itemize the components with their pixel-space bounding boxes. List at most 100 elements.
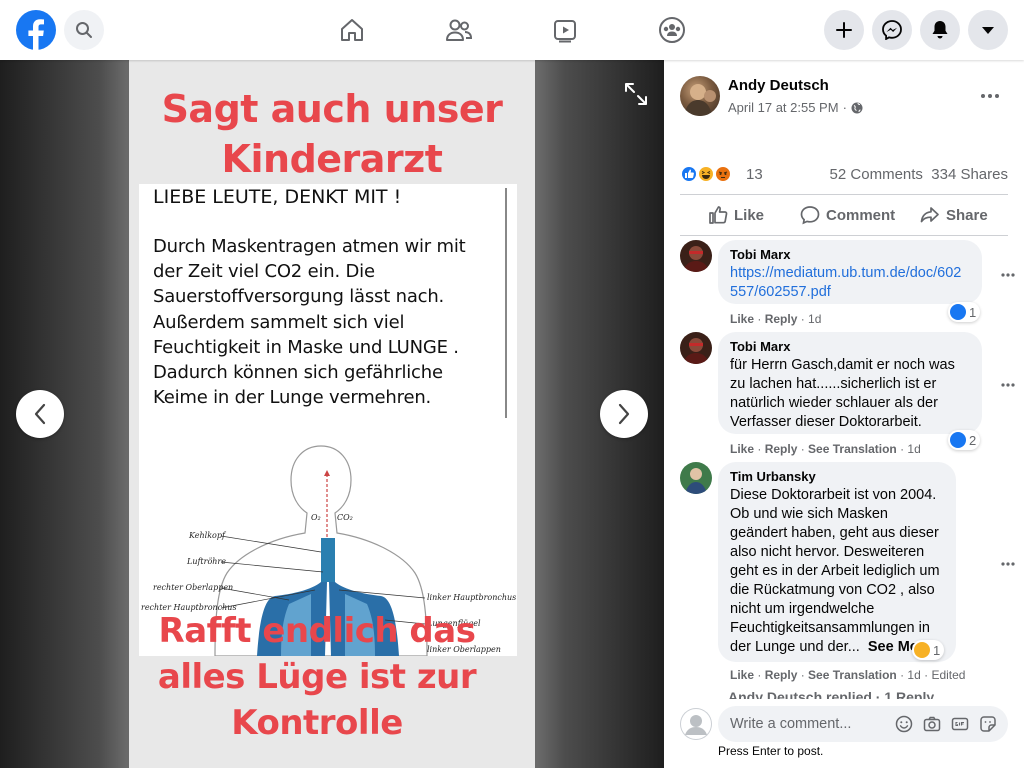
comment-link-line[interactable]: 557/602557.pdf: [730, 283, 970, 302]
groups-icon: [659, 17, 685, 43]
gif-icon[interactable]: [950, 714, 970, 734]
composer-hint: Press Enter to post.: [718, 744, 824, 758]
comment-options-button[interactable]: [998, 265, 1018, 285]
chevron-right-icon: [618, 403, 630, 425]
nav-home[interactable]: [332, 10, 372, 50]
avatar[interactable]: [680, 462, 712, 494]
comment-icon: [800, 206, 820, 225]
watch-icon: [554, 20, 576, 43]
image-notice: LIEBE LEUTE, DENKT MIT ! Durch Maskentra…: [139, 184, 517, 656]
notice-line: Keime in der Lunge vermehren.: [153, 387, 432, 409]
more-icon: [981, 94, 999, 98]
notice-divider: [505, 188, 507, 418]
comment-line: Feuchtigkeitsansammlungen in: [730, 620, 930, 636]
comment-text: Diese Doktorarbeit ist von 2004. Ob und …: [730, 486, 944, 657]
post-author-name[interactable]: Andy Deutsch: [728, 77, 829, 94]
comment-line: zu lachen hat......sicherlich ist er: [730, 376, 937, 392]
avatar[interactable]: [680, 708, 712, 740]
comment-options-button[interactable]: [998, 375, 1018, 395]
account-menu-button[interactable]: [968, 10, 1008, 50]
notice-heading: LIEBE LEUTE, DENKT MIT !: [153, 186, 402, 208]
notice-line: Durch Maskentragen atmen wir mit: [153, 236, 466, 257]
comment-link[interactable]: https://mediatum.ub.tum.de/doc/602 557/6…: [730, 264, 970, 302]
comment-line: Diese Doktorarbeit ist von 2004.: [730, 487, 937, 503]
nav-friends[interactable]: [439, 10, 479, 50]
comment-options-button[interactable]: [998, 554, 1018, 574]
reaction-count: 13: [746, 166, 763, 183]
see-translation-button[interactable]: See Translation: [808, 442, 897, 456]
chevron-left-icon: [34, 403, 46, 425]
comment-time[interactable]: 1d: [808, 312, 821, 326]
notice-line: Sauerstoffversorgung lässt nach.: [153, 286, 445, 308]
reaction-summary[interactable]: 13 52 Comments 334 Shares: [680, 163, 1008, 185]
facebook-logo-icon[interactable]: [16, 10, 56, 50]
comment-composer: Press Enter to post.: [664, 700, 1024, 768]
like-reaction-icon: [950, 432, 966, 448]
comments-shares-count[interactable]: 52 Comments 334 Shares: [830, 166, 1008, 183]
comment-reply-button[interactable]: Reply: [765, 668, 798, 682]
post-options-button[interactable]: [974, 80, 1006, 112]
view-replies-link[interactable]: Andy Deutsch replied · 1 Reply: [728, 687, 1008, 699]
nav-groups[interactable]: [652, 10, 692, 50]
post-meta: April 17 at 2:55 PM ·: [728, 100, 863, 115]
comment-input[interactable]: [730, 706, 880, 742]
previous-photo-button[interactable]: [16, 390, 64, 438]
diagram-label: Luftröhre: [186, 557, 226, 566]
notifications-button[interactable]: [920, 10, 960, 50]
emoji-icon[interactable]: [894, 714, 914, 734]
comment-author[interactable]: Tobi Marx: [730, 339, 970, 355]
comment-link-line[interactable]: https://mediatum.ub.tum.de/doc/602: [730, 264, 970, 283]
comment-text: für Herrn Gasch,damit er noch was zu lac…: [730, 356, 970, 432]
comment-edited-label: Edited: [931, 668, 966, 682]
notice-body: Durch Maskentragen atmen wir mit der Zei…: [153, 234, 493, 410]
comment-time[interactable]: 1d: [907, 442, 920, 456]
comment-like-button[interactable]: Like: [730, 668, 754, 682]
share-icon: [920, 207, 939, 223]
comment-reaction-count: 2: [969, 432, 977, 448]
comment-author[interactable]: Tobi Marx: [730, 247, 970, 263]
create-button[interactable]: [824, 10, 864, 50]
account-menu-icon: [982, 27, 994, 34]
sticker-icon[interactable]: [978, 714, 998, 734]
comment-reaction-badge[interactable]: 1: [948, 302, 981, 322]
nav-watch[interactable]: [545, 10, 585, 50]
comment-reply-button[interactable]: Reply: [765, 312, 798, 326]
comment-reaction-badge[interactable]: 2: [948, 430, 981, 450]
notice-line: der Zeit viel CO2 ein. Die: [153, 261, 375, 283]
friends-icon: [446, 19, 473, 41]
messenger-icon: [882, 20, 902, 40]
angry-reaction-icon: [714, 165, 732, 183]
comment-button[interactable]: Comment: [800, 195, 895, 235]
diagram-label: rechter Oberlappen: [153, 583, 233, 592]
photo-viewer: Sagt auch unser Kinderarzt LIEBE LEUTE, …: [0, 60, 664, 768]
notice-line: Feuchtigkeit in Maske und LUNGE .: [153, 336, 459, 358]
messenger-button[interactable]: [872, 10, 912, 50]
comment-line: geht es in der Arbeit lediglich um: [730, 563, 940, 579]
comment-reaction-badge[interactable]: 1: [912, 640, 945, 660]
comment-bubble: Tobi Marx für Herrn Gasch,damit er noch …: [718, 332, 982, 434]
expand-icon[interactable]: [622, 80, 650, 108]
comment-count[interactable]: 52 Comments: [830, 166, 923, 183]
comment-reply-button[interactable]: Reply: [765, 442, 798, 456]
next-photo-button[interactable]: [600, 390, 648, 438]
view-replies-text: Andy Deutsch replied · 1 Reply: [728, 689, 935, 699]
comment-line: geändert haben, geht aus dieser: [730, 525, 939, 541]
post-date[interactable]: April 17 at 2:55 PM: [728, 100, 839, 115]
avatar[interactable]: [680, 76, 720, 116]
see-translation-button[interactable]: See Translation: [808, 668, 897, 682]
comment-like-button[interactable]: Like: [730, 442, 754, 456]
comment-time[interactable]: 1d: [907, 668, 920, 682]
comment-author[interactable]: Tim Urbansky: [730, 469, 944, 485]
share-button[interactable]: Share: [920, 195, 988, 235]
comment-reaction-count: 1: [933, 642, 941, 658]
avatar[interactable]: [680, 240, 712, 272]
post-image[interactable]: Sagt auch unser Kinderarzt LIEBE LEUTE, …: [129, 60, 535, 768]
more-icon: [1001, 383, 1015, 387]
share-count[interactable]: 334 Shares: [931, 166, 1008, 183]
camera-icon[interactable]: [922, 714, 942, 734]
image-footer: Rafft endlich das alles Lüge ist zur Kon…: [129, 608, 505, 746]
avatar[interactable]: [680, 332, 712, 364]
search-button[interactable]: [64, 10, 104, 50]
comment-like-button[interactable]: Like: [730, 312, 754, 326]
like-button[interactable]: Like: [708, 195, 764, 235]
